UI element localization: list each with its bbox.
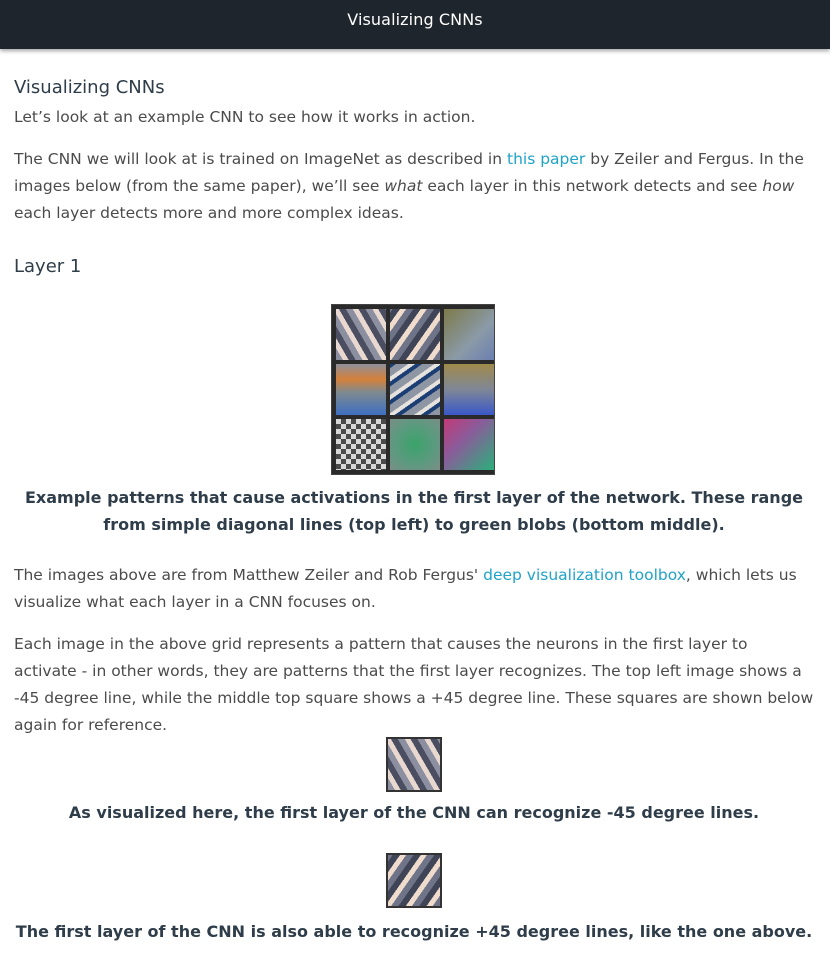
pos45-caption: The first layer of the CNN is also able … xyxy=(15,922,813,941)
filter-cell-top-right xyxy=(444,309,494,360)
explanation-paragraph: Each image in the above grid represents … xyxy=(14,635,814,734)
paper-paragraph-text-1: The CNN we will look at is trained on Im… xyxy=(14,150,507,168)
section-title: Visualizing CNNs xyxy=(14,77,165,98)
grid-caption: Example patterns that cause activations … xyxy=(24,488,803,534)
deep-visualization-toolbox-link[interactable]: deep visualization toolbox xyxy=(483,566,686,584)
paper-paragraph-text-4: each layer detects more and more complex… xyxy=(14,204,404,222)
this-paper-link[interactable]: this paper xyxy=(507,150,585,168)
toolbox-paragraph: The images above are from Matthew Zeiler… xyxy=(14,562,814,616)
filter-cell-bottom-left xyxy=(336,419,386,470)
filter-cell-neg45 xyxy=(336,309,386,360)
pos45-filter-image xyxy=(386,853,442,908)
filter-cell-bottom-right xyxy=(444,419,494,470)
layer-1-heading: Layer 1 xyxy=(14,256,82,277)
toolbox-paragraph-text-1: The images above are from Matthew Zeiler… xyxy=(14,566,484,584)
paper-paragraph-em-what: what xyxy=(384,177,423,195)
top-bar: Visualizing CNNs xyxy=(0,0,830,49)
filter-cell-mid-right xyxy=(444,364,494,415)
intro-paragraph: Let’s look at an example CNN to see how … xyxy=(14,108,476,126)
neg45-caption: As visualized here, the first layer of t… xyxy=(68,803,760,822)
layer1-filter-grid-image xyxy=(331,304,495,475)
neg45-filter-image xyxy=(386,737,442,792)
paper-paragraph: The CNN we will look at is trained on Im… xyxy=(14,146,814,227)
filter-cell-pos45 xyxy=(390,309,440,360)
filter-cell-green-blob xyxy=(390,419,440,470)
filter-cell-center xyxy=(390,364,440,415)
filter-cell-mid-left xyxy=(336,364,386,415)
page-header-title: Visualizing CNNs xyxy=(347,10,483,29)
paper-paragraph-em-how: how xyxy=(762,177,795,195)
paper-paragraph-text-3: each layer in this network detects and s… xyxy=(422,177,763,195)
